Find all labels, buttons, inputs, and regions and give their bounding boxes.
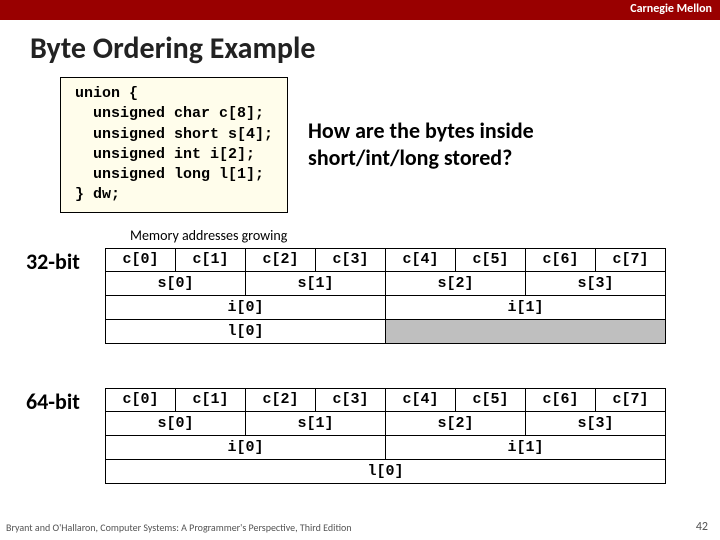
slide-title: Byte Ordering Example <box>30 30 720 67</box>
question-text: How are the bytes inside short/int/long … <box>308 118 534 171</box>
cell: c[6] <box>526 388 596 412</box>
page-number: 42 <box>696 520 708 534</box>
table-64: c[0] c[1] c[2] c[3] c[4] c[5] c[6] c[7] … <box>105 388 666 484</box>
row-i-32: i[0] i[1] <box>105 296 666 320</box>
cell-gray <box>386 320 666 344</box>
cell: c[3] <box>316 388 386 412</box>
cell: i[1] <box>386 296 666 320</box>
cell: i[0] <box>106 436 386 460</box>
cell: l[0] <box>106 460 666 484</box>
cell: i[1] <box>386 436 666 460</box>
cell: c[5] <box>456 248 526 272</box>
memory-caption: Memory addresses growing <box>130 227 720 244</box>
cell: c[7] <box>596 388 666 412</box>
cell: c[5] <box>456 388 526 412</box>
cell: c[1] <box>176 248 246 272</box>
question-line-2: short/int/long stored? <box>308 145 534 171</box>
top-row: union { unsigned char c[8]; unsigned sho… <box>60 77 720 213</box>
cell: c[1] <box>176 388 246 412</box>
cell: c[3] <box>316 248 386 272</box>
label-64bit: 64-bit <box>26 388 80 415</box>
org-label: Carnegie Mellon <box>630 2 712 16</box>
cell: l[0] <box>106 320 386 344</box>
label-32bit: 32-bit <box>26 248 80 275</box>
question-line-1: How are the bytes inside <box>308 118 534 144</box>
cell: c[2] <box>246 248 316 272</box>
footer-text: Bryant and O'Hallaron, Computer Systems:… <box>6 521 352 534</box>
row-c-64: c[0] c[1] c[2] c[3] c[4] c[5] c[6] c[7] <box>105 388 666 412</box>
cell: s[3] <box>526 272 666 296</box>
row-l-64: l[0] <box>105 460 666 484</box>
row-s-64: s[0] s[1] s[2] s[3] <box>105 412 666 436</box>
block-32bit: 32-bit c[0] c[1] c[2] c[3] c[4] c[5] c[6… <box>0 248 720 360</box>
cell: c[0] <box>106 388 176 412</box>
row-c-32: c[0] c[1] c[2] c[3] c[4] c[5] c[6] c[7] <box>105 248 666 272</box>
cell: s[0] <box>106 412 246 436</box>
block-64bit: 64-bit c[0] c[1] c[2] c[3] c[4] c[5] c[6… <box>0 388 720 500</box>
cell: c[7] <box>596 248 666 272</box>
row-i-64: i[0] i[1] <box>105 436 666 460</box>
cell: c[0] <box>106 248 176 272</box>
cell: c[4] <box>386 388 456 412</box>
cell: s[3] <box>526 412 666 436</box>
table-32: c[0] c[1] c[2] c[3] c[4] c[5] c[6] c[7] … <box>105 248 666 344</box>
cell: s[2] <box>386 412 526 436</box>
cell: c[6] <box>526 248 596 272</box>
row-s-32: s[0] s[1] s[2] s[3] <box>105 272 666 296</box>
row-l-32: l[0] <box>105 320 666 344</box>
cell: s[0] <box>106 272 246 296</box>
code-union: union { unsigned char c[8]; unsigned sho… <box>60 77 288 213</box>
cell: c[2] <box>246 388 316 412</box>
cell: s[2] <box>386 272 526 296</box>
header-bar: Carnegie Mellon <box>0 0 720 20</box>
cell: c[4] <box>386 248 456 272</box>
cell: s[1] <box>246 272 386 296</box>
cell: i[0] <box>106 296 386 320</box>
cell: s[1] <box>246 412 386 436</box>
